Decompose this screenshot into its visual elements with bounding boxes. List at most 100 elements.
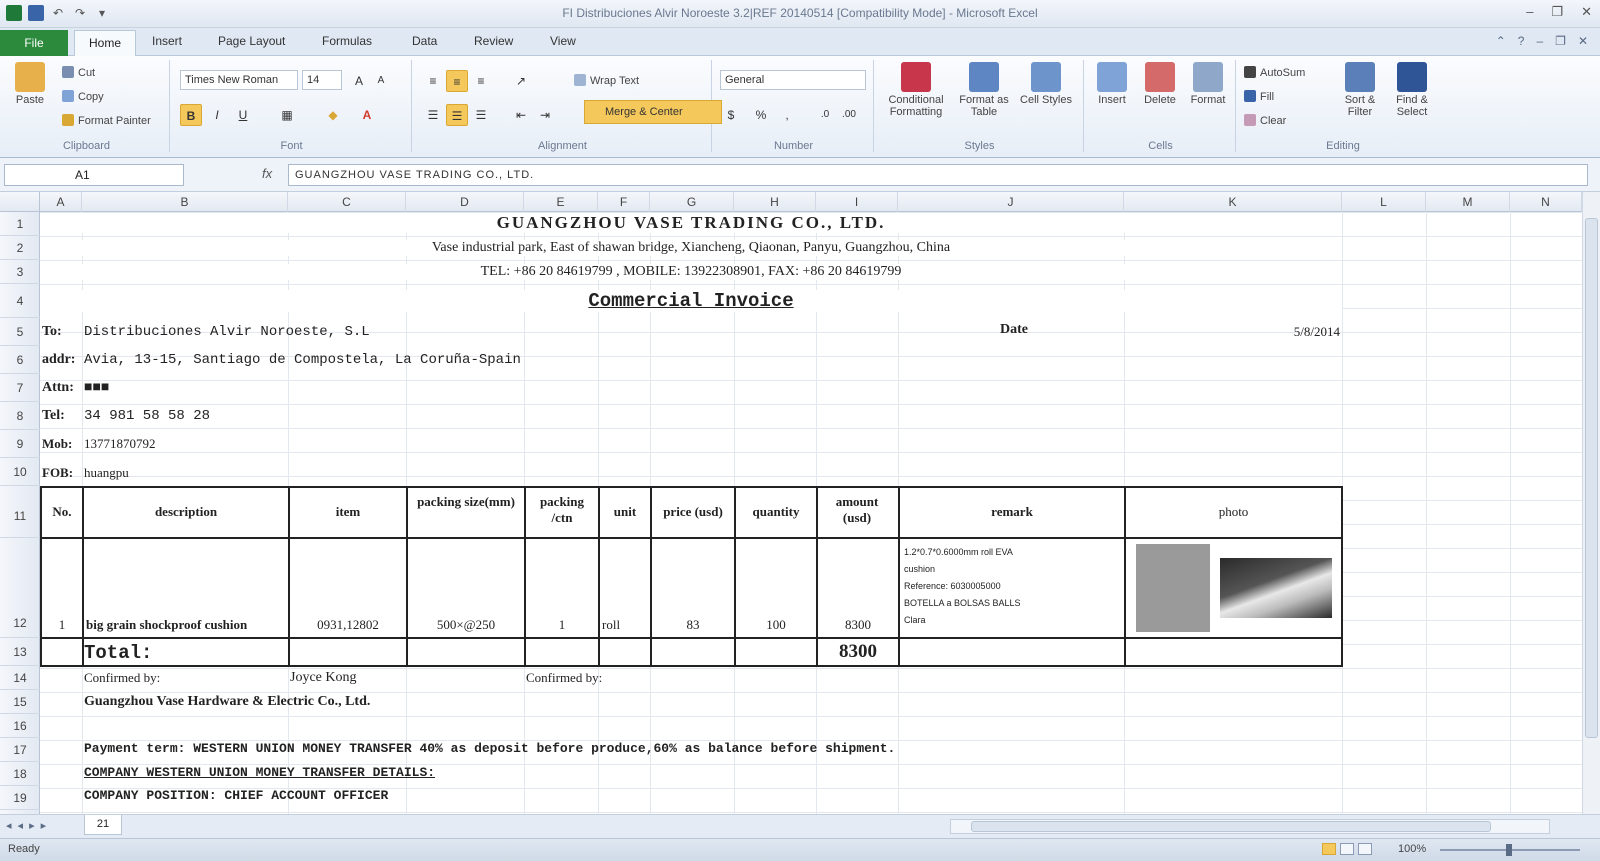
row-header[interactable]: 2 xyxy=(0,236,40,260)
clear-button[interactable]: Clear xyxy=(1244,114,1286,127)
attn-label[interactable]: Attn: xyxy=(42,380,74,396)
cell-packing-size[interactable]: 500×@250 xyxy=(408,617,524,633)
total-value[interactable]: 8300 xyxy=(818,641,898,663)
name-box[interactable]: A1 xyxy=(4,164,184,186)
doc-restore-icon[interactable]: ❐ xyxy=(1555,34,1566,48)
column-header[interactable]: I xyxy=(816,192,898,212)
tab-review[interactable]: Review xyxy=(474,34,513,48)
row-header[interactable]: 12 xyxy=(0,538,40,638)
grow-font-icon[interactable]: A xyxy=(348,70,370,92)
confirmed-by-label-1[interactable]: Confirmed by: xyxy=(84,670,160,686)
confirmed-by-label-2[interactable]: Confirmed by: xyxy=(526,670,602,686)
header-photo[interactable]: photo xyxy=(1126,504,1341,520)
bold-icon[interactable]: B xyxy=(180,104,202,126)
signer-name[interactable]: Joyce Kong xyxy=(290,670,357,686)
cell-styles-button[interactable]: Cell Styles xyxy=(1018,62,1074,106)
tab-view[interactable]: View xyxy=(550,34,576,48)
company-address[interactable]: Vase industrial park, East of shawan bri… xyxy=(40,240,1342,256)
insert-cells-button[interactable]: Insert xyxy=(1090,62,1134,106)
row-header[interactable]: 6 xyxy=(0,346,40,374)
vertical-scrollbar[interactable] xyxy=(1582,192,1600,814)
conditional-formatting-button[interactable]: Conditional Formatting xyxy=(884,62,948,118)
row-header[interactable]: 5 xyxy=(0,318,40,346)
fob-label[interactable]: FOB: xyxy=(42,465,73,481)
addr-label[interactable]: addr: xyxy=(42,352,75,368)
row-header[interactable]: 19 xyxy=(0,786,40,810)
increase-decimal-icon[interactable]: .0 xyxy=(814,104,836,126)
cell-packing-ctn[interactable]: 1 xyxy=(526,617,598,633)
worksheet-grid[interactable]: GUANGZHOU VASE TRADING CO., LTD. Vase in… xyxy=(40,212,1582,814)
cell-description[interactable]: big grain shockproof cushion xyxy=(84,617,288,633)
company-contact[interactable]: TEL: +86 20 84619799 , MOBILE: 139223089… xyxy=(40,264,1342,280)
scroll-thumb[interactable] xyxy=(971,821,1491,832)
date-value[interactable]: 5/8/2014 xyxy=(1240,324,1340,340)
zoom-slider[interactable] xyxy=(1440,844,1580,856)
tab-file[interactable]: File xyxy=(0,30,68,56)
borders-icon[interactable]: ▦ xyxy=(276,104,298,126)
row-header[interactable]: 7 xyxy=(0,374,40,402)
row-header[interactable]: 15 xyxy=(0,690,40,714)
to-value[interactable]: Distribuciones Alvir Noroeste, S.L xyxy=(84,324,370,340)
transfer-details[interactable]: COMPANY WESTERN UNION MONEY TRANSFER DET… xyxy=(84,765,435,780)
row-header[interactable]: 1 xyxy=(0,212,40,236)
header-quantity[interactable]: quantity xyxy=(736,504,816,520)
to-label[interactable]: To: xyxy=(42,324,62,340)
header-packing-ctn[interactable]: packing /ctn xyxy=(530,494,594,526)
doc-close-icon[interactable]: ✕ xyxy=(1578,34,1588,48)
find-select-button[interactable]: Find & Select xyxy=(1386,62,1438,118)
column-header[interactable]: N xyxy=(1510,192,1582,212)
tab-page-layout[interactable]: Page Layout xyxy=(218,34,285,48)
copy-button[interactable]: Copy xyxy=(62,90,104,103)
row-header[interactable]: 8 xyxy=(0,402,40,430)
zoom-level[interactable]: 100% xyxy=(1398,843,1426,855)
percent-icon[interactable]: % xyxy=(750,104,772,126)
fill-button[interactable]: Fill xyxy=(1244,90,1274,103)
invoice-title[interactable]: Commercial Invoice xyxy=(40,290,1342,312)
decrease-indent-icon[interactable]: ⇤ xyxy=(510,104,532,126)
comma-icon[interactable]: , xyxy=(776,104,798,126)
row-header[interactable]: 18 xyxy=(0,762,40,786)
format-painter-button[interactable]: Format Painter xyxy=(62,114,151,127)
prev-sheet-icon[interactable]: ◂ xyxy=(18,819,24,832)
decrease-decimal-icon[interactable]: .00 xyxy=(838,104,860,126)
wrap-text-button[interactable]: Wrap Text xyxy=(574,74,639,87)
insert-function-icon[interactable]: fx xyxy=(262,166,272,181)
paste-button[interactable]: Paste xyxy=(8,62,52,106)
row-header[interactable]: 9 xyxy=(0,430,40,458)
payment-term[interactable]: Payment term: WESTERN UNION MONEY TRANSF… xyxy=(84,741,895,756)
help-icon[interactable]: ? xyxy=(1518,34,1525,48)
column-header[interactable]: C xyxy=(288,192,406,212)
shrink-font-icon[interactable]: A xyxy=(370,70,392,92)
column-header[interactable]: F xyxy=(598,192,650,212)
normal-view-icon[interactable] xyxy=(1322,843,1336,855)
align-bottom-icon[interactable]: ≡ xyxy=(470,70,492,92)
scroll-thumb[interactable] xyxy=(1585,218,1598,738)
formula-input[interactable]: GUANGZHOU VASE TRADING CO., LTD. xyxy=(288,164,1588,186)
column-header[interactable]: J xyxy=(898,192,1124,212)
column-header[interactable]: B xyxy=(82,192,288,212)
font-color-icon[interactable]: A xyxy=(356,104,378,126)
total-label[interactable]: Total: xyxy=(84,642,152,664)
mob-label[interactable]: Mob: xyxy=(42,436,72,452)
tel-value[interactable]: 34 981 58 58 28 xyxy=(84,408,210,424)
column-header[interactable]: G xyxy=(650,192,734,212)
close-icon[interactable]: ✕ xyxy=(1581,4,1592,20)
column-header[interactable]: K xyxy=(1124,192,1342,212)
autosum-button[interactable]: AutoSum xyxy=(1244,66,1305,79)
sort-filter-button[interactable]: Sort & Filter xyxy=(1334,62,1386,118)
company-position[interactable]: COMPANY POSITION: CHIEF ACCOUNT OFFICER xyxy=(84,788,388,803)
horizontal-scrollbar[interactable] xyxy=(950,819,1550,834)
header-description[interactable]: description xyxy=(84,504,288,520)
font-size-select[interactable]: 14 xyxy=(302,70,342,90)
minimize-ribbon-icon[interactable]: ⌃ xyxy=(1496,34,1506,48)
font-name-select[interactable]: Times New Roman xyxy=(180,70,298,90)
product-photo-2[interactable] xyxy=(1220,558,1332,618)
header-no[interactable]: No. xyxy=(42,504,82,520)
tab-data[interactable]: Data xyxy=(412,34,437,48)
cell-quantity[interactable]: 100 xyxy=(736,617,816,633)
align-center-icon[interactable]: ☰ xyxy=(446,104,468,126)
format-as-table-button[interactable]: Format as Table xyxy=(956,62,1012,118)
row-header[interactable]: 16 xyxy=(0,714,40,738)
italic-icon[interactable]: I xyxy=(206,104,228,126)
attn-value[interactable]: ■■■ xyxy=(84,380,109,396)
